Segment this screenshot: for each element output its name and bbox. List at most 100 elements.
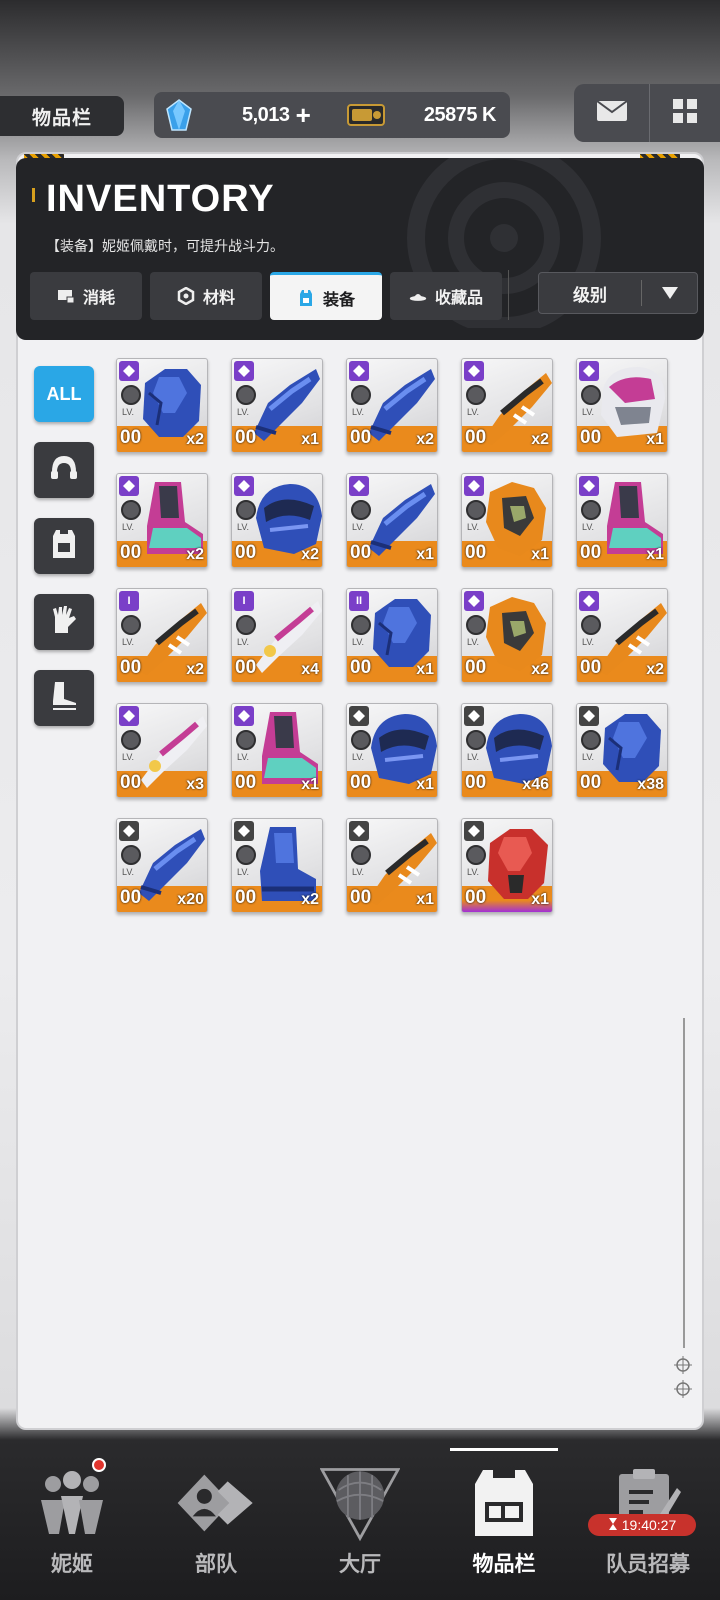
- top-right-actions: [574, 84, 720, 142]
- recruit-timer: 19:40:27: [588, 1514, 696, 1536]
- item-quantity: x1: [301, 776, 319, 793]
- equipment-item[interactable]: LV. 00 x20: [116, 818, 208, 913]
- equipment-item[interactable]: I LV. 00 x2: [116, 588, 208, 683]
- manufacturer-icon: [466, 615, 486, 635]
- filter-all[interactable]: ALL: [34, 366, 94, 422]
- equipment-item[interactable]: LV. 00 x1: [346, 473, 438, 568]
- equipment-item[interactable]: LV. 00 x46: [461, 703, 553, 798]
- equipment-item[interactable]: LV. 00 x1: [576, 473, 668, 568]
- currency-bar: 5,013 + 25875 K: [154, 92, 510, 138]
- lv-label: LV.: [352, 752, 365, 762]
- equipment-item[interactable]: LV. 00 x1: [461, 818, 553, 913]
- equipment-item[interactable]: LV. 00 x38: [576, 703, 668, 798]
- hourglass-icon: [608, 1517, 618, 1534]
- item-quantity: x38: [637, 776, 664, 793]
- rarity-icon: [464, 821, 484, 841]
- item-level: 00: [465, 542, 487, 563]
- scrollbar[interactable]: [683, 1018, 685, 1348]
- item-quantity: x1: [531, 891, 549, 908]
- equipment-grid: LV. 00 x2 LV. 00 x1 LV. 00 x2 LV. 00 x2 …: [116, 358, 668, 913]
- item-level: 00: [235, 542, 257, 563]
- manufacturer-icon: [121, 385, 141, 405]
- lv-label: LV.: [352, 522, 365, 532]
- timer-text: 19:40:27: [621, 1517, 677, 1533]
- tab-label: 装备: [322, 291, 355, 309]
- inventory-title: INVENTORY: [46, 178, 275, 220]
- equipment-item[interactable]: LV. 00 x1: [346, 818, 438, 913]
- item-quantity: x1: [301, 431, 319, 448]
- nav-inventory[interactable]: 物品栏: [432, 1438, 576, 1600]
- filter-vest[interactable]: [34, 518, 94, 574]
- manufacturer-icon: [351, 845, 371, 865]
- mail-icon: [595, 99, 628, 127]
- scroll-down-icon[interactable]: [674, 1380, 692, 1398]
- filter-glove[interactable]: [34, 594, 94, 650]
- equipment-item[interactable]: LV. 00 x1: [461, 473, 553, 568]
- filter-helmet[interactable]: [34, 442, 94, 498]
- equipment-item[interactable]: II LV. 00 x1: [346, 588, 438, 683]
- notification-badge: [92, 1458, 106, 1472]
- manufacturer-icon: [351, 615, 371, 635]
- lobby-icon: [320, 1464, 400, 1542]
- boot-icon: [50, 681, 78, 716]
- tab-label: 消耗: [82, 290, 115, 307]
- equipment-item[interactable]: LV. 00 x2: [461, 358, 553, 453]
- equipment-item[interactable]: LV. 00 x2: [231, 473, 323, 568]
- tier-badge: I: [127, 595, 131, 607]
- equipment-item[interactable]: LV. 00 x1: [346, 703, 438, 798]
- manufacturer-icon: [351, 730, 371, 750]
- helmet-icon: [49, 454, 79, 487]
- equipment-item[interactable]: I LV. 00 x4: [231, 588, 323, 683]
- tab-collectible[interactable]: 收藏品: [390, 272, 502, 320]
- equipment-item[interactable]: LV. 00 x2: [231, 818, 323, 913]
- item-quantity: x2: [186, 546, 204, 563]
- nav-lobby[interactable]: 大厅: [288, 1438, 432, 1600]
- rarity-icon: [464, 361, 484, 381]
- sort-dropdown[interactable]: 级别: [538, 272, 698, 314]
- nav-label: 队员招募: [606, 1553, 690, 1576]
- equipment-item[interactable]: LV. 00 x2: [461, 588, 553, 683]
- lv-label: LV.: [237, 407, 250, 417]
- nav-recruit[interactable]: 19:40:27 队员招募: [576, 1438, 720, 1600]
- item-quantity: x1: [531, 546, 549, 563]
- equipment-item[interactable]: LV. 00 x2: [116, 358, 208, 453]
- tab-material[interactable]: 材料: [150, 272, 262, 320]
- manufacturer-icon: [581, 730, 601, 750]
- equipment-item[interactable]: LV. 00 x3: [116, 703, 208, 798]
- manufacturer-icon: [121, 730, 141, 750]
- filter-boot[interactable]: [34, 670, 94, 726]
- nav-squad[interactable]: 部队: [144, 1438, 288, 1600]
- tab-equipment[interactable]: 装备: [270, 272, 382, 320]
- item-level: 00: [465, 887, 487, 908]
- material-icon: [177, 287, 195, 305]
- rarity-icon: [464, 706, 484, 726]
- manufacturer-icon: [581, 385, 601, 405]
- nav-nikke[interactable]: 妮姬: [0, 1438, 144, 1600]
- item-level: 00: [580, 772, 602, 793]
- item-quantity: x1: [646, 431, 664, 448]
- credit-icon: [346, 102, 385, 128]
- item-quantity: x1: [416, 891, 434, 908]
- equipment-item[interactable]: LV. 00 x1: [576, 358, 668, 453]
- item-quantity: x1: [416, 546, 434, 563]
- equipment-item[interactable]: LV. 00 x1: [231, 358, 323, 453]
- credit-value: 25875 K: [423, 103, 497, 126]
- rarity-icon: [579, 476, 599, 496]
- item-level: 00: [235, 887, 257, 908]
- rarity-icon: [349, 476, 369, 496]
- equipment-item[interactable]: LV. 00 x2: [116, 473, 208, 568]
- lv-label: LV.: [352, 867, 365, 877]
- item-quantity: x2: [301, 546, 319, 563]
- tab-label: 收藏品: [434, 290, 483, 307]
- equipment-item[interactable]: LV. 00 x2: [576, 588, 668, 683]
- lv-label: LV.: [122, 522, 135, 532]
- equipment-item[interactable]: LV. 00 x2: [346, 358, 438, 453]
- menu-button[interactable]: [650, 84, 720, 142]
- scroll-up-icon[interactable]: [674, 1356, 692, 1374]
- item-quantity: x4: [301, 661, 319, 678]
- category-tabs: 消耗 材料 装备 收藏品: [30, 272, 502, 320]
- equipment-item[interactable]: LV. 00 x1: [231, 703, 323, 798]
- mail-button[interactable]: [574, 84, 650, 142]
- add-gems-button[interactable]: +: [296, 102, 311, 128]
- tab-consumable[interactable]: 消耗: [30, 272, 142, 320]
